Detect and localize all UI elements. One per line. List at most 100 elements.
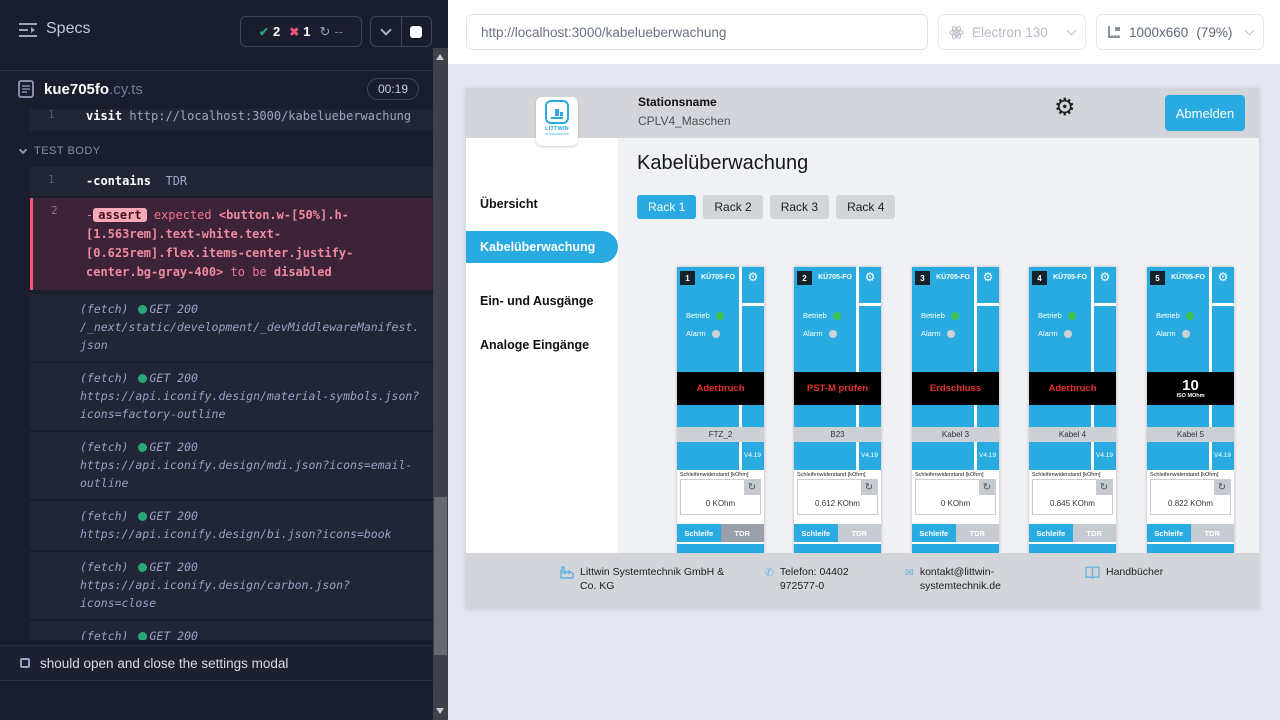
stop-icon xyxy=(410,26,422,38)
fetch-log-row[interactable]: (fetch) GET 200 https://api.iconify.desi… xyxy=(30,363,433,430)
assert-expected: expected xyxy=(154,208,212,222)
settings-gear-icon[interactable]: ⚙ xyxy=(1054,95,1076,119)
app-sidebar: Übersicht Kabelüberwachung Ein- und Ausg… xyxy=(466,138,618,553)
alarm-row: Alarm xyxy=(803,329,837,338)
refresh-icon[interactable]: ↻ xyxy=(1096,480,1112,495)
book-icon xyxy=(1085,566,1100,579)
tdr-button[interactable]: TDR xyxy=(1191,524,1235,542)
rack-tab[interactable]: Rack 1 xyxy=(637,195,696,219)
collapse-button[interactable] xyxy=(371,17,401,46)
scrollbar-track[interactable] xyxy=(433,48,448,720)
tdr-button[interactable]: TDR xyxy=(838,524,882,542)
specs-menu-icon[interactable] xyxy=(18,22,38,38)
passed-icon: ✔ xyxy=(259,25,269,39)
spec-file-row[interactable]: kue705fo.cy.ts 00:19 xyxy=(0,71,433,109)
command-number: 2 xyxy=(51,204,58,217)
fetch-log-row[interactable]: (fetch) GET 200 https://api.iconify.desi… xyxy=(30,432,433,499)
betrieb-led xyxy=(951,312,959,320)
refresh-icon[interactable]: ↻ xyxy=(979,480,995,495)
schleife-button[interactable]: Schleife xyxy=(1029,524,1073,542)
status-ok-dot xyxy=(138,374,147,383)
scrollbar-thumb[interactable] xyxy=(434,497,447,655)
card-divider xyxy=(1029,542,1116,544)
resistance-value-box: ↻ 0.822 KOhm xyxy=(1150,479,1231,515)
schleife-button[interactable]: Schleife xyxy=(677,524,721,542)
betrieb-led xyxy=(1186,312,1194,320)
tdr-button[interactable]: TDR xyxy=(956,524,1000,542)
scroll-down-arrow[interactable] xyxy=(436,708,444,714)
schleife-button[interactable]: Schleife xyxy=(912,524,956,542)
fetch-label: (fetch) xyxy=(80,628,128,640)
resistance-value-box: ↻ 0.645 KOhm xyxy=(1032,479,1113,515)
failed-count: 1 xyxy=(303,24,310,39)
command-arg: TDR xyxy=(165,174,187,188)
viewport-zoom: (79%) xyxy=(1196,25,1232,40)
tdr-button[interactable]: TDR xyxy=(721,524,765,542)
test-body-section[interactable]: TEST BODY xyxy=(20,145,433,157)
rack-tab[interactable]: Rack 4 xyxy=(836,195,895,219)
command-visit[interactable]: 1 visit http://localhost:3000/kabelueber… xyxy=(30,109,433,131)
refresh-icon[interactable]: ↻ xyxy=(1214,480,1230,495)
command-name: contains xyxy=(93,174,151,188)
resistance-value-box: ↻ 0 KOhm xyxy=(680,479,761,515)
littwin-logo: LITTWIN SYSTEMTECHNIK xyxy=(536,97,578,146)
resistance-label: Schleifenwiderstand [kOhm] xyxy=(1150,472,1231,478)
alarm-row: Alarm xyxy=(921,329,955,338)
footer-manuals[interactable]: Handbücher xyxy=(1085,565,1163,579)
test-stats[interactable]: ✔2 ✖1 ↻-- xyxy=(240,16,362,47)
card-number-badge: 4 xyxy=(1032,271,1047,285)
sidebar-item[interactable]: Übersicht xyxy=(466,188,618,220)
schleife-button[interactable]: Schleife xyxy=(1147,524,1191,542)
runner-bottom: should open and close the settings modal xyxy=(0,640,433,720)
browser-select[interactable]: Electron 130 xyxy=(938,14,1086,50)
status-display: Aderbruch xyxy=(1029,372,1116,405)
fetch-status: GET 200 xyxy=(149,301,197,318)
fetch-log-row[interactable]: (fetch) GET 200 /_next/static/developmen… xyxy=(30,294,433,361)
device-model-label: KÜ705-FO xyxy=(697,274,739,281)
alarm-led xyxy=(712,330,720,338)
card-gear-icon[interactable]: ⚙ xyxy=(978,270,998,284)
status-ok-dot xyxy=(138,305,147,314)
betrieb-row: Betrieb xyxy=(803,311,841,320)
measurement-panel: Schleifenwiderstand [kOhm] ↻ 0 KOhm xyxy=(677,470,764,524)
card-divider xyxy=(794,542,881,544)
tdr-button[interactable]: TDR xyxy=(1073,524,1117,542)
command-log[interactable]: 1 visit http://localhost:3000/kabelueber… xyxy=(0,109,433,640)
app-footer: Littwin Systemtechnik GmbH & Co. KG ✆ Te… xyxy=(466,553,1259,608)
scroll-up-arrow[interactable] xyxy=(436,54,444,60)
refresh-icon[interactable]: ↻ xyxy=(744,480,760,495)
sidebar-item-label: Analoge Eingänge xyxy=(480,338,589,352)
fetch-log-row[interactable]: (fetch) GET 200 https://api.iconify.desi… xyxy=(30,621,433,640)
url-input[interactable]: http://localhost:3000/kabelueberwachung xyxy=(466,14,928,50)
failed-icon: ✖ xyxy=(289,25,299,39)
card-gear-icon[interactable]: ⚙ xyxy=(1213,270,1233,284)
command-contains[interactable]: 1 -contains TDR xyxy=(30,167,433,196)
footer-email-address[interactable]: kontakt@littwin-systemtechnik.de xyxy=(920,565,1030,593)
sidebar-item[interactable]: Analoge Eingänge xyxy=(466,329,618,361)
logout-button[interactable]: Abmelden xyxy=(1165,95,1245,131)
card-gear-icon[interactable]: ⚙ xyxy=(743,270,763,284)
card-buttons: Schleife TDR xyxy=(1029,524,1116,542)
status-text: 10 xyxy=(1182,379,1199,393)
card-gear-icon[interactable]: ⚙ xyxy=(860,270,880,284)
stop-button[interactable] xyxy=(401,17,432,46)
command-number: 1 xyxy=(48,173,55,186)
fetch-status: GET 200 xyxy=(149,508,197,525)
schleife-button[interactable]: Schleife xyxy=(794,524,838,542)
refresh-icon[interactable]: ↻ xyxy=(861,480,877,495)
card-gear-icon[interactable]: ⚙ xyxy=(1095,270,1115,284)
viewport-select[interactable]: 1000x660 (79%) xyxy=(1096,14,1264,50)
email-icon: ✉ xyxy=(905,566,914,593)
sidebar-item[interactable]: Ein- und Ausgänge xyxy=(466,285,618,317)
fetch-label: (fetch) xyxy=(80,508,128,525)
rack-tab[interactable]: Rack 3 xyxy=(770,195,829,219)
resistance-value: 0 KOhm xyxy=(681,499,760,508)
fetch-log-row[interactable]: (fetch) GET 200 https://api.iconify.desi… xyxy=(30,501,433,550)
sidebar-item[interactable]: Kabelüberwachung xyxy=(466,231,618,263)
rack-tab[interactable]: Rack 2 xyxy=(703,195,762,219)
fetch-status: GET 200 xyxy=(149,439,197,456)
pending-test-row[interactable]: should open and close the settings modal xyxy=(0,645,433,681)
fetch-log-row[interactable]: (fetch) GET 200 https://api.iconify.desi… xyxy=(30,552,433,619)
failed-assert-row[interactable]: 2 -assert expected <button.w-[50%].h-[1.… xyxy=(30,198,433,290)
status-display: PST-M prüfen xyxy=(794,372,881,405)
